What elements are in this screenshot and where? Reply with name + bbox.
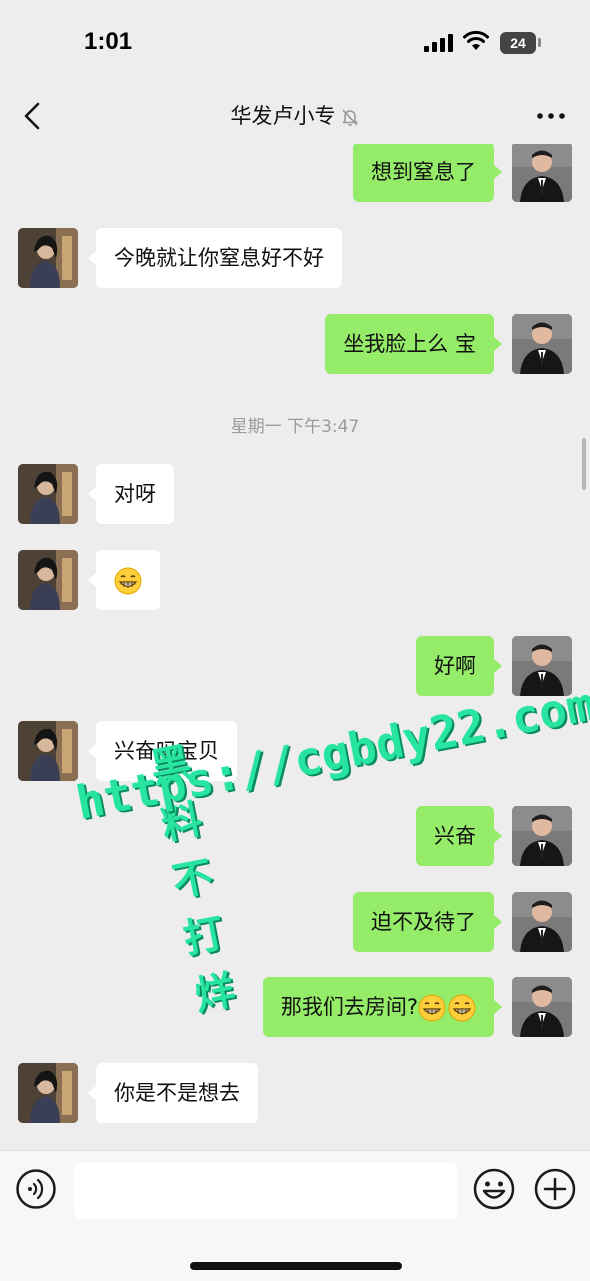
contact-avatar[interactable] xyxy=(18,721,78,781)
message-list[interactable]: 想到窒息了 今晚就让你窒息好不好 坐我脸上么 宝 星期一 下午3:47 对呀 好… xyxy=(0,144,590,1150)
my-avatar[interactable] xyxy=(512,144,572,202)
chat-title-wrap[interactable]: 华发卢小专 xyxy=(0,100,590,130)
message-bubble[interactable]: 坐我脸上么 宝 xyxy=(325,314,502,374)
contact-avatar[interactable] xyxy=(18,228,78,288)
message-text: 好啊 xyxy=(434,654,476,678)
message-bubble[interactable]: 你是不是想去 xyxy=(88,1063,258,1123)
battery-icon: 24 xyxy=(500,32,536,54)
input-bar xyxy=(0,1150,590,1281)
message-bubble[interactable] xyxy=(88,550,160,610)
message-input[interactable] xyxy=(74,1163,458,1219)
my-avatar[interactable] xyxy=(512,314,572,374)
chat-header: 华发卢小专 xyxy=(0,88,590,144)
contact-avatar[interactable] xyxy=(18,550,78,610)
message-bubble[interactable]: 迫不及待了 xyxy=(353,892,502,952)
message-bubble[interactable]: 对呀 xyxy=(88,464,174,524)
message-text: 今晚就让你窒息好不好 xyxy=(114,246,324,270)
my-avatar[interactable] xyxy=(512,892,572,952)
grin-emoji-icon xyxy=(418,994,446,1022)
grin-emoji-icon xyxy=(114,567,142,595)
signal-icon xyxy=(424,34,454,52)
message-text: 兴奋 xyxy=(434,824,476,848)
more-options-icon[interactable] xyxy=(534,104,568,128)
message-text: 你是不是想去 xyxy=(114,1081,240,1105)
status-time: 1:01 xyxy=(84,28,133,55)
scrollbar[interactable] xyxy=(582,438,586,490)
message-bubble[interactable]: 好啊 xyxy=(416,636,502,696)
message-text: 对呀 xyxy=(114,482,156,506)
message-timestamp: 星期一 下午3:47 xyxy=(230,417,360,437)
emoji-button-icon[interactable] xyxy=(473,1168,515,1210)
status-bar: 1:01 24 xyxy=(0,0,590,88)
contact-avatar[interactable] xyxy=(18,1063,78,1123)
message-text: 那我们去房间? xyxy=(280,995,418,1019)
home-indicator[interactable] xyxy=(190,1262,402,1270)
message-bubble[interactable]: 兴奋 xyxy=(416,806,502,866)
message-bubble[interactable]: 那我们去房间? xyxy=(262,977,503,1037)
message-bubble[interactable]: 今晚就让你窒息好不好 xyxy=(88,228,342,288)
grin-emoji-icon xyxy=(448,994,476,1022)
mute-bell-icon xyxy=(341,109,358,126)
chat-title: 华发卢小专 xyxy=(230,104,336,128)
message-bubble[interactable]: 想到窒息了 xyxy=(353,144,502,202)
message-text: 坐我脸上么 宝 xyxy=(343,332,476,356)
message-text: 迫不及待了 xyxy=(371,910,476,934)
my-avatar[interactable] xyxy=(512,806,572,866)
my-avatar[interactable] xyxy=(512,977,572,1037)
contact-avatar[interactable] xyxy=(18,464,78,524)
message-text: 想到窒息了 xyxy=(371,160,476,184)
plus-button-icon[interactable] xyxy=(534,1168,576,1210)
wifi-icon xyxy=(463,30,489,50)
battery-nub xyxy=(538,38,541,47)
voice-input-icon[interactable] xyxy=(16,1169,56,1209)
